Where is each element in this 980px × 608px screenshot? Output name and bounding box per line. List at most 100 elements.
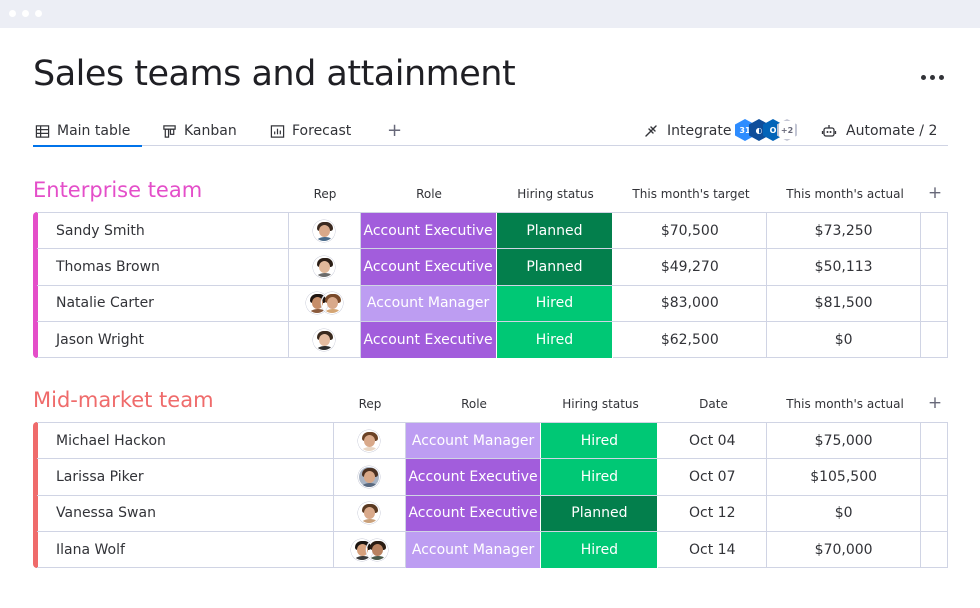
integrate-button[interactable]: Integrate	[643, 116, 731, 146]
item-name[interactable]: Michael Hackon	[37, 423, 334, 459]
window-dot-icon	[22, 10, 29, 17]
rep-cell[interactable]	[334, 459, 406, 495]
role-cell[interactable]: Account Executive	[360, 249, 497, 285]
table-icon	[35, 124, 50, 138]
role-cell[interactable]: Account Executive	[360, 213, 497, 249]
empty-cell	[921, 286, 947, 321]
empty-cell	[921, 423, 947, 458]
table-row[interactable]: Ilana Wolf Account Manager Hired Oct 14 …	[37, 531, 947, 568]
rep-cell[interactable]	[289, 249, 361, 285]
add-column-button[interactable]: +	[923, 393, 947, 413]
window-dot-icon	[9, 10, 16, 17]
column-header-date[interactable]: Date	[659, 397, 768, 411]
status-cell[interactable]: Planned	[541, 495, 659, 531]
actual-cell[interactable]: $50,113	[767, 249, 922, 285]
tab-main-table[interactable]: Main table	[32, 116, 143, 147]
item-name[interactable]: Thomas Brown	[37, 249, 289, 285]
column-header-role[interactable]: Role	[406, 397, 542, 411]
rep-cell[interactable]	[289, 321, 361, 358]
target-cell[interactable]: $49,270	[613, 249, 768, 285]
actual-cell[interactable]: $105,500	[767, 459, 922, 495]
status-cell[interactable]: Planned	[496, 213, 614, 249]
tab-kanban[interactable]: Kanban	[162, 116, 237, 146]
status-cell[interactable]: Hired	[541, 531, 659, 568]
status-cell[interactable]: Hired	[496, 285, 614, 321]
table-row[interactable]: Thomas Brown Account Executive Planned $…	[37, 249, 947, 286]
actual-cell[interactable]: $0	[767, 321, 922, 358]
item-name[interactable]: Vanessa Swan	[37, 495, 334, 531]
target-cell[interactable]: $62,500	[613, 321, 768, 358]
role-cell[interactable]: Account Executive	[360, 321, 497, 358]
role-cell[interactable]: Account Manager	[405, 531, 542, 568]
more-apps-badge: +2	[777, 119, 797, 141]
enterprise-table: Sandy Smith Account Executive Planned $7…	[37, 212, 948, 358]
table-row[interactable]: Sandy Smith Account Executive Planned $7…	[37, 213, 947, 250]
status-cell[interactable]: Planned	[496, 249, 614, 285]
avatar	[313, 255, 336, 278]
table-row[interactable]: Jason Wright Account Executive Hired $62…	[37, 321, 947, 358]
robot-icon	[821, 125, 837, 137]
avatar	[358, 465, 381, 488]
actual-cell[interactable]: $81,500	[767, 285, 922, 321]
integration-apps[interactable]: 31 ◐ O +2	[735, 119, 815, 141]
table-row[interactable]: Larissa Piker Account Executive Hired Oc…	[37, 459, 947, 496]
actual-cell[interactable]: $70,000	[767, 531, 922, 568]
role-cell[interactable]: Account Executive	[405, 495, 542, 531]
actual-cell[interactable]: $75,000	[767, 423, 922, 459]
item-name[interactable]: Larissa Piker	[37, 459, 334, 495]
column-header-actual[interactable]: This month's actual	[768, 397, 922, 411]
view-tabs: Main table Kanban Forecast + Integrate 3…	[32, 116, 948, 147]
avatar	[313, 328, 336, 351]
item-name[interactable]: Jason Wright	[37, 321, 289, 358]
date-cell[interactable]: Oct 07	[658, 459, 768, 495]
tab-forecast[interactable]: Forecast	[270, 116, 351, 146]
group-title-midmarket[interactable]: Mid-market team	[33, 388, 214, 412]
status-cell[interactable]: Hired	[541, 459, 659, 495]
empty-cell	[921, 532, 947, 568]
item-name[interactable]: Natalie Carter	[37, 285, 289, 321]
avatar	[313, 219, 336, 242]
item-name[interactable]: Sandy Smith	[37, 213, 289, 249]
column-header-rep[interactable]: Rep	[289, 187, 361, 201]
rep-cell[interactable]	[289, 285, 361, 321]
empty-cell	[921, 496, 947, 531]
actual-cell[interactable]: $0	[767, 495, 922, 531]
target-cell[interactable]: $83,000	[613, 285, 768, 321]
role-cell[interactable]: Account Manager	[360, 285, 497, 321]
add-view-button[interactable]: +	[387, 120, 402, 141]
rep-cell[interactable]	[334, 423, 406, 459]
rep-cell[interactable]	[289, 213, 361, 249]
midmarket-table: Michael Hackon Account Manager Hired Oct…	[37, 422, 948, 568]
actual-cell[interactable]: $73,250	[767, 213, 922, 249]
avatar	[365, 538, 388, 561]
item-name[interactable]: Ilana Wolf	[37, 531, 334, 568]
table-row[interactable]: Vanessa Swan Account Executive Planned O…	[37, 495, 947, 532]
table-row[interactable]: Natalie Carter Account Manager Hired $83…	[37, 285, 947, 322]
column-header-role[interactable]: Role	[361, 187, 497, 201]
role-cell[interactable]: Account Executive	[405, 459, 542, 495]
status-cell[interactable]: Hired	[541, 423, 659, 459]
tab-label: Kanban	[184, 123, 237, 139]
status-cell[interactable]: Hired	[496, 321, 614, 358]
table-row[interactable]: Michael Hackon Account Manager Hired Oct…	[37, 423, 947, 460]
column-header-target[interactable]: This month's target	[614, 187, 768, 201]
empty-cell	[921, 213, 947, 248]
role-cell[interactable]: Account Manager	[405, 423, 542, 459]
column-header-hiring-status[interactable]: Hiring status	[497, 187, 614, 201]
column-header-actual[interactable]: This month's actual	[768, 187, 922, 201]
date-cell[interactable]: Oct 12	[658, 495, 768, 531]
add-column-button[interactable]: +	[923, 183, 947, 203]
tab-label: Forecast	[292, 123, 352, 139]
more-options-icon[interactable]	[918, 68, 946, 86]
kanban-icon	[163, 124, 176, 138]
rep-cell[interactable]	[334, 495, 406, 531]
date-cell[interactable]: Oct 04	[658, 423, 768, 459]
rep-cell[interactable]	[334, 531, 406, 568]
plug-icon	[645, 125, 657, 137]
automate-button[interactable]: Automate / 2	[821, 116, 937, 146]
date-cell[interactable]: Oct 14	[658, 531, 768, 568]
group-title-enterprise[interactable]: Enterprise team	[33, 178, 202, 202]
target-cell[interactable]: $70,500	[613, 213, 768, 249]
column-header-hiring-status[interactable]: Hiring status	[542, 397, 659, 411]
column-header-rep[interactable]: Rep	[334, 397, 406, 411]
